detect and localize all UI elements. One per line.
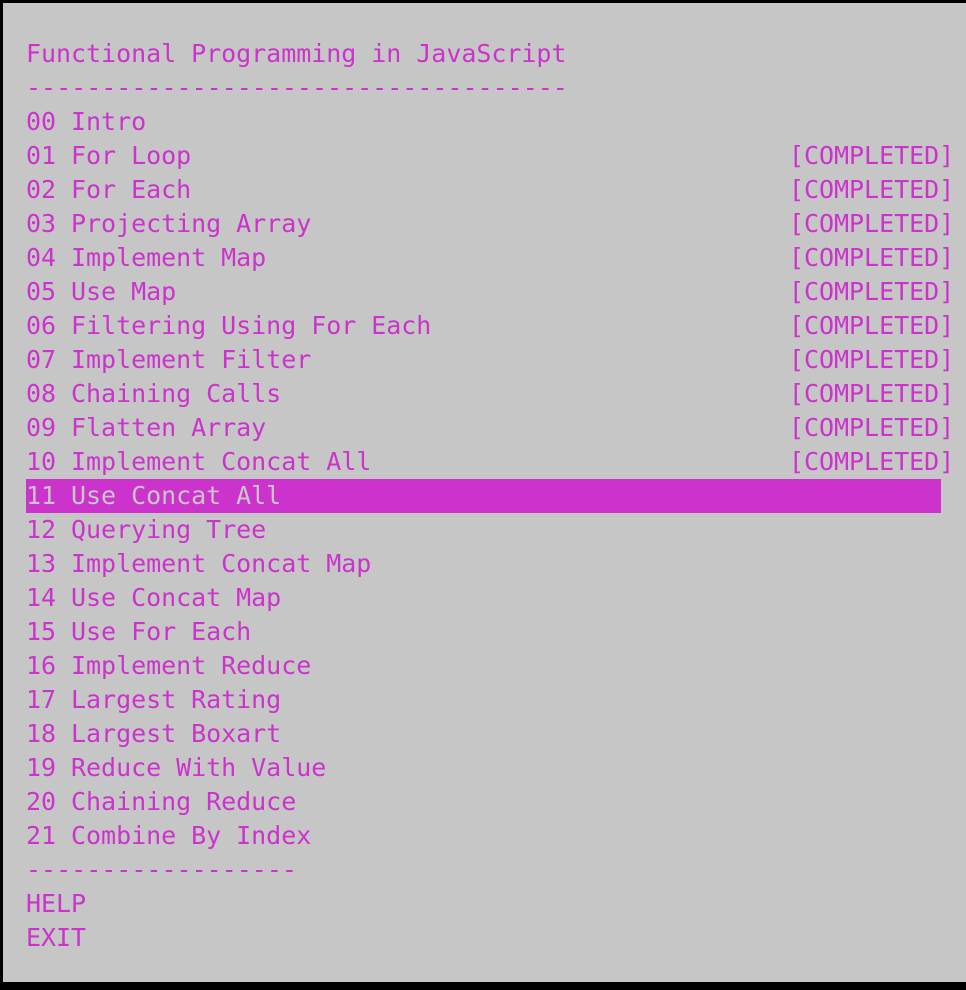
- status-badge: [COMPLETED]: [789, 447, 955, 476]
- menu-item-02[interactable]: 02 For Each [COMPLETED]: [26, 173, 966, 207]
- menu-item-label: 08 Chaining Calls: [26, 379, 282, 408]
- menu-item-label: 17 Largest Rating: [26, 685, 282, 714]
- menu-item-label: 19 Reduce With Value: [26, 753, 327, 782]
- menu-item-label: 12 Querying Tree: [26, 515, 267, 544]
- menu-item-label: 21 Combine By Index: [26, 821, 312, 850]
- menu-item-label: 10 Implement Concat All: [26, 447, 372, 476]
- menu-item-label: 05 Use Map: [26, 277, 177, 306]
- status-badge: [COMPLETED]: [789, 209, 955, 238]
- menu-item-label: 16 Implement Reduce: [26, 651, 312, 680]
- menu-item-01[interactable]: 01 For Loop [COMPLETED]: [26, 139, 966, 173]
- menu-item-07[interactable]: 07 Implement Filter [COMPLETED]: [26, 343, 966, 377]
- menu-item-20[interactable]: 20 Chaining Reduce: [26, 785, 966, 819]
- menu-item-15[interactable]: 15 Use For Each: [26, 615, 966, 649]
- status-badge: [COMPLETED]: [789, 175, 955, 204]
- menu-item-06[interactable]: 06 Filtering Using For Each [COMPLETED]: [26, 309, 966, 343]
- status-badge: [COMPLETED]: [789, 413, 955, 442]
- menu-item-label: 03 Projecting Array: [26, 209, 312, 238]
- status-badge: [COMPLETED]: [789, 277, 955, 306]
- menu-item-18[interactable]: 18 Largest Boxart: [26, 717, 966, 751]
- menu-item-09[interactable]: 09 Flatten Array [COMPLETED]: [26, 411, 966, 445]
- menu-item-label: 09 Flatten Array: [26, 413, 267, 442]
- menu-item-label: 13 Implement Concat Map: [26, 549, 372, 578]
- title-separator: ------------------------------------: [26, 73, 568, 102]
- menu-item-00[interactable]: 00 Intro: [26, 105, 966, 139]
- menu-item-label: 04 Implement Map: [26, 243, 267, 272]
- menu-item-label: 15 Use For Each: [26, 617, 252, 646]
- menu-item-label: 06 Filtering Using For Each: [26, 311, 432, 340]
- menu-item-label: 14 Use Concat Map: [26, 583, 282, 612]
- menu-item-label: 20 Chaining Reduce: [26, 787, 297, 816]
- menu-item-21[interactable]: 21 Combine By Index: [26, 819, 966, 853]
- menu-item-label: 00 Intro: [26, 107, 147, 136]
- menu-item-12[interactable]: 12 Querying Tree: [26, 513, 966, 547]
- action-help[interactable]: HELP: [26, 887, 966, 921]
- footer-separator: ------------------: [26, 855, 297, 884]
- menu-item-14[interactable]: 14 Use Concat Map: [26, 581, 966, 615]
- menu-item-08[interactable]: 08 Chaining Calls [COMPLETED]: [26, 377, 966, 411]
- status-badge: [COMPLETED]: [789, 311, 955, 340]
- terminal-screen: Functional Programming in JavaScript ---…: [3, 3, 966, 982]
- menu-item-03[interactable]: 03 Projecting Array [COMPLETED]: [26, 207, 966, 241]
- menu-item-19[interactable]: 19 Reduce With Value: [26, 751, 966, 785]
- menu-item-04[interactable]: 04 Implement Map [COMPLETED]: [26, 241, 966, 275]
- status-badge: [COMPLETED]: [789, 141, 955, 170]
- menu-item-13[interactable]: 13 Implement Concat Map: [26, 547, 966, 581]
- menu-item-label: 02 For Each: [26, 175, 192, 204]
- menu-item-label: 01 For Loop: [26, 141, 192, 170]
- menu-item-label: 07 Implement Filter: [26, 345, 312, 374]
- terminal-window: Functional Programming in JavaScript ---…: [0, 0, 966, 990]
- menu-item-label: 18 Largest Boxart: [26, 719, 282, 748]
- menu-item-11[interactable]: 11 Use Concat All: [26, 479, 941, 513]
- page-title: Functional Programming in JavaScript: [26, 39, 567, 68]
- menu-item-10[interactable]: 10 Implement Concat All [COMPLETED]: [26, 445, 966, 479]
- action-list: HELP EXIT: [26, 887, 966, 955]
- action-exit[interactable]: EXIT: [26, 921, 966, 955]
- menu-item-17[interactable]: 17 Largest Rating: [26, 683, 966, 717]
- menu-item-05[interactable]: 05 Use Map [COMPLETED]: [26, 275, 966, 309]
- status-badge: [COMPLETED]: [789, 379, 955, 408]
- menu-item-label: 11 Use Concat All: [26, 481, 282, 510]
- menu-list: 00 Intro 01 For Loop [COMPLETED] 02 For Eac…: [26, 105, 966, 853]
- menu-item-16[interactable]: 16 Implement Reduce: [26, 649, 966, 683]
- status-badge: [COMPLETED]: [789, 345, 955, 374]
- status-badge: [COMPLETED]: [789, 243, 955, 272]
- menu-content: Functional Programming in JavaScript ---…: [26, 37, 966, 955]
